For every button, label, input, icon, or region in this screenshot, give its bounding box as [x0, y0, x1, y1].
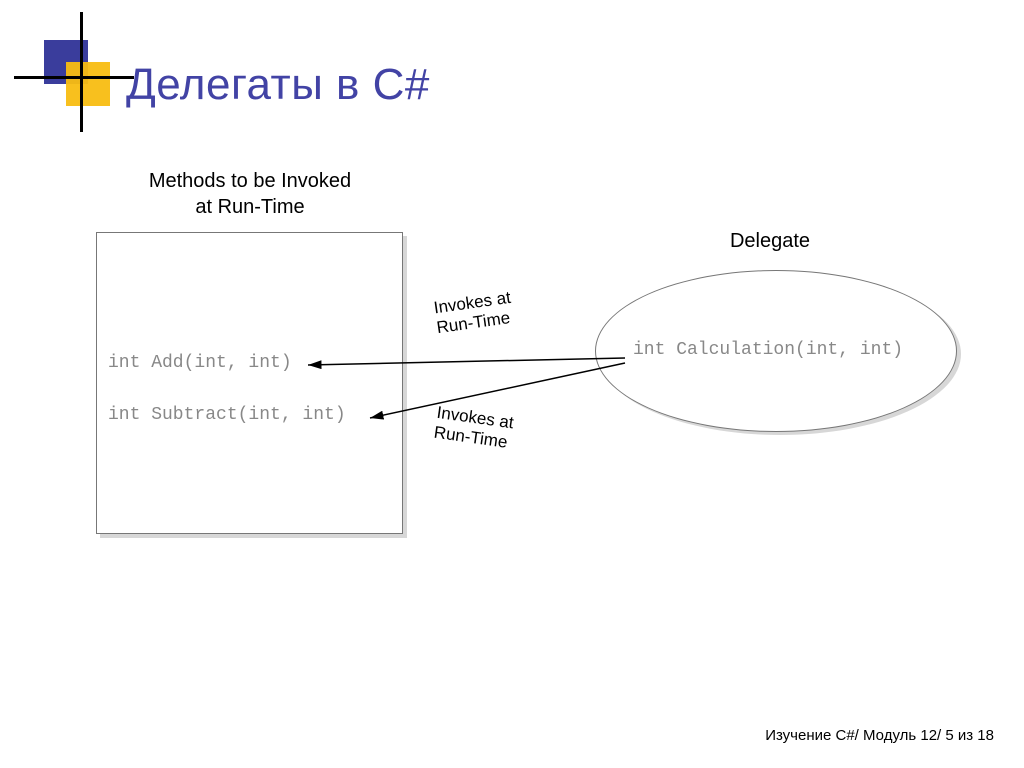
logo-vertical-line	[80, 12, 83, 132]
slide-title: Делегаты в C#	[126, 60, 430, 110]
arrow-label-top: Invokes at Run-Time	[433, 288, 515, 338]
method-subtract-signature: int Subtract(int, int)	[108, 405, 346, 425]
diagram-area: Methods to be Invoked at Run-Time int Ad…	[40, 160, 980, 640]
arrow-label-bottom: Invokes at Run-Time	[433, 403, 515, 453]
slide-footer: Изучение C#/ Модуль 12/ 5 из 18	[765, 727, 994, 744]
method-add-signature: int Add(int, int)	[108, 353, 292, 373]
logo-horizontal-line	[14, 76, 134, 79]
methods-box	[96, 232, 403, 534]
methods-heading-line2: at Run-Time	[195, 196, 304, 218]
methods-heading: Methods to be Invoked at Run-Time	[120, 168, 380, 220]
methods-heading-line1: Methods to be Invoked	[149, 170, 351, 192]
logo-square-yellow	[66, 62, 110, 106]
delegate-signature: int Calculation(int, int)	[633, 340, 903, 360]
delegate-heading: Delegate	[710, 228, 830, 254]
